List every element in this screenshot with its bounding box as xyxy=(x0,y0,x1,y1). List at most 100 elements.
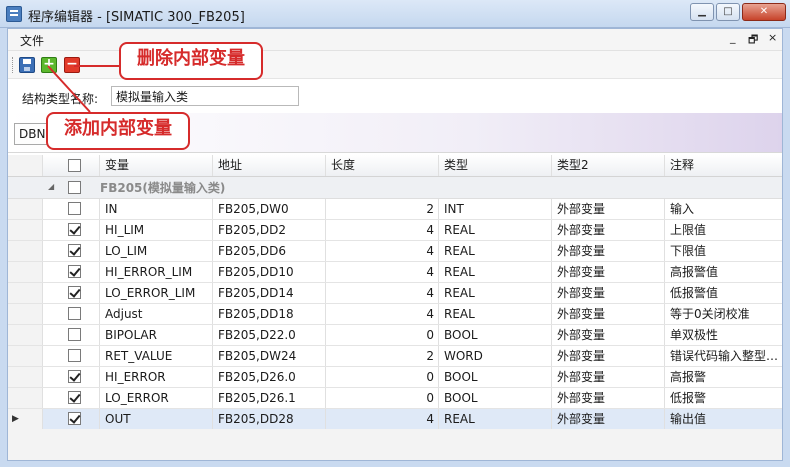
type-cell[interactable]: BOOL xyxy=(439,325,552,345)
group-row[interactable]: ◢ FB205(模拟量输入类) xyxy=(8,177,782,199)
comment-cell[interactable]: 低报警 xyxy=(665,388,782,408)
comment-cell[interactable]: 上限值 xyxy=(665,220,782,240)
comment-cell[interactable]: 错误代码输入整型… xyxy=(665,346,782,366)
menu-file[interactable]: 文件 xyxy=(20,32,44,49)
row-indicator[interactable] xyxy=(8,241,43,261)
row-checkbox[interactable] xyxy=(68,391,81,404)
table-row[interactable]: BIPOLAR FB205,D22.0 0 BOOL 外部变量 单双极性 xyxy=(8,325,782,346)
type2-cell[interactable]: 外部变量 xyxy=(552,346,665,366)
type-cell[interactable]: INT xyxy=(439,199,552,219)
row-checkbox[interactable] xyxy=(68,223,81,236)
row-indicator[interactable] xyxy=(8,388,43,408)
type2-cell[interactable]: 外部变量 xyxy=(552,283,665,303)
comment-cell[interactable]: 高报警值 xyxy=(665,262,782,282)
maximize-button[interactable]: □ xyxy=(716,3,740,21)
length-cell[interactable]: 0 xyxy=(326,367,439,387)
collapse-icon[interactable]: ◢ xyxy=(48,182,54,191)
length-cell[interactable]: 0 xyxy=(326,325,439,345)
row-checkbox[interactable] xyxy=(68,349,81,362)
toolbar-grip[interactable] xyxy=(12,57,15,73)
column-header-length[interactable]: 长度 xyxy=(326,155,439,176)
address-cell[interactable]: FB205,DD6 xyxy=(213,241,326,261)
select-all-checkbox[interactable] xyxy=(68,159,81,172)
address-cell[interactable]: FB205,D26.0 xyxy=(213,367,326,387)
table-row[interactable]: Adjust FB205,DD18 4 REAL 外部变量 等于0关闭校准 xyxy=(8,304,782,325)
type2-cell[interactable]: 外部变量 xyxy=(552,241,665,261)
column-header-address[interactable]: 地址 xyxy=(213,155,326,176)
close-button[interactable]: ✕ xyxy=(742,3,786,21)
column-header-type[interactable]: 类型 xyxy=(439,155,552,176)
mdi-close-button[interactable]: × xyxy=(768,31,777,44)
table-row[interactable]: RET_VALUE FB205,DW24 2 WORD 外部变量 错误代码输入整型… xyxy=(8,346,782,367)
row-checkbox[interactable] xyxy=(68,244,81,257)
address-cell[interactable]: FB205,DD2 xyxy=(213,220,326,240)
type-cell[interactable]: REAL xyxy=(439,409,552,429)
address-cell[interactable]: FB205,DD10 xyxy=(213,262,326,282)
row-checkbox[interactable] xyxy=(68,265,81,278)
comment-cell[interactable]: 单双极性 xyxy=(665,325,782,345)
comment-cell[interactable]: 低报警值 xyxy=(665,283,782,303)
row-indicator[interactable] xyxy=(8,367,43,387)
variable-cell[interactable]: HI_LIM xyxy=(100,220,213,240)
type-cell[interactable]: REAL xyxy=(439,220,552,240)
table-row[interactable]: LO_ERROR FB205,D26.1 0 BOOL 外部变量 低报警 xyxy=(8,388,782,409)
variable-cell[interactable]: LO_ERROR xyxy=(100,388,213,408)
table-row[interactable]: LO_ERROR_LIM FB205,DD14 4 REAL 外部变量 低报警值 xyxy=(8,283,782,304)
row-checkbox[interactable] xyxy=(68,307,81,320)
variable-cell[interactable]: HI_ERROR_LIM xyxy=(100,262,213,282)
table-row[interactable]: IN FB205,DW0 2 INT 外部变量 输入 xyxy=(8,199,782,220)
type2-cell[interactable]: 外部变量 xyxy=(552,262,665,282)
address-cell[interactable]: FB205,DW0 xyxy=(213,199,326,219)
comment-cell[interactable]: 输入 xyxy=(665,199,782,219)
comment-cell[interactable]: 高报警 xyxy=(665,367,782,387)
row-indicator[interactable] xyxy=(8,283,43,303)
row-indicator[interactable] xyxy=(8,199,43,219)
length-cell[interactable]: 2 xyxy=(326,199,439,219)
table-row[interactable]: LO_LIM FB205,DD6 4 REAL 外部变量 下限值 xyxy=(8,241,782,262)
row-indicator[interactable]: ▶ xyxy=(8,409,43,429)
delete-variable-button[interactable]: − xyxy=(64,57,80,73)
mdi-restore-button[interactable]: 🗗 xyxy=(748,31,758,50)
type-cell[interactable]: WORD xyxy=(439,346,552,366)
type2-cell[interactable]: 外部变量 xyxy=(552,388,665,408)
row-indicator[interactable] xyxy=(8,220,43,240)
minimize-button[interactable]: ▁ xyxy=(690,3,714,21)
address-cell[interactable]: FB205,D22.0 xyxy=(213,325,326,345)
row-checkbox[interactable] xyxy=(68,328,81,341)
column-header-type2[interactable]: 类型2 xyxy=(552,155,665,176)
table-row[interactable]: HI_ERROR_LIM FB205,DD10 4 REAL 外部变量 高报警值 xyxy=(8,262,782,283)
row-indicator[interactable] xyxy=(8,304,43,324)
table-row[interactable]: ▶ OUT FB205,DD28 4 REAL 外部变量 输出值 xyxy=(8,409,782,430)
column-header-variable[interactable]: 变量 xyxy=(100,155,213,176)
row-checkbox[interactable] xyxy=(68,202,81,215)
type-cell[interactable]: REAL xyxy=(439,304,552,324)
address-cell[interactable]: FB205,DW24 xyxy=(213,346,326,366)
length-cell[interactable]: 4 xyxy=(326,262,439,282)
struct-type-name-input[interactable] xyxy=(111,86,299,106)
variable-cell[interactable]: LO_ERROR_LIM xyxy=(100,283,213,303)
comment-cell[interactable]: 输出值 xyxy=(665,409,782,429)
group-checkbox[interactable] xyxy=(68,181,81,194)
length-cell[interactable]: 2 xyxy=(326,346,439,366)
type-cell[interactable]: BOOL xyxy=(439,388,552,408)
length-cell[interactable]: 4 xyxy=(326,409,439,429)
table-row[interactable]: HI_ERROR FB205,D26.0 0 BOOL 外部变量 高报警 xyxy=(8,367,782,388)
address-cell[interactable]: FB205,DD18 xyxy=(213,304,326,324)
table-row[interactable]: HI_LIM FB205,DD2 4 REAL 外部变量 上限值 xyxy=(8,220,782,241)
row-indicator[interactable] xyxy=(8,325,43,345)
type2-cell[interactable]: 外部变量 xyxy=(552,199,665,219)
variable-cell[interactable]: OUT xyxy=(100,409,213,429)
type-cell[interactable]: REAL xyxy=(439,241,552,261)
type2-cell[interactable]: 外部变量 xyxy=(552,325,665,345)
row-checkbox[interactable] xyxy=(68,370,81,383)
save-icon[interactable] xyxy=(19,57,35,73)
comment-cell[interactable]: 下限值 xyxy=(665,241,782,261)
row-indicator[interactable] xyxy=(8,262,43,282)
mdi-minimize-button[interactable]: _ xyxy=(730,31,736,44)
length-cell[interactable]: 4 xyxy=(326,283,439,303)
row-checkbox[interactable] xyxy=(68,412,81,425)
address-cell[interactable]: FB205,DD14 xyxy=(213,283,326,303)
length-cell[interactable]: 4 xyxy=(326,220,439,240)
variable-cell[interactable]: RET_VALUE xyxy=(100,346,213,366)
length-cell[interactable]: 4 xyxy=(326,304,439,324)
